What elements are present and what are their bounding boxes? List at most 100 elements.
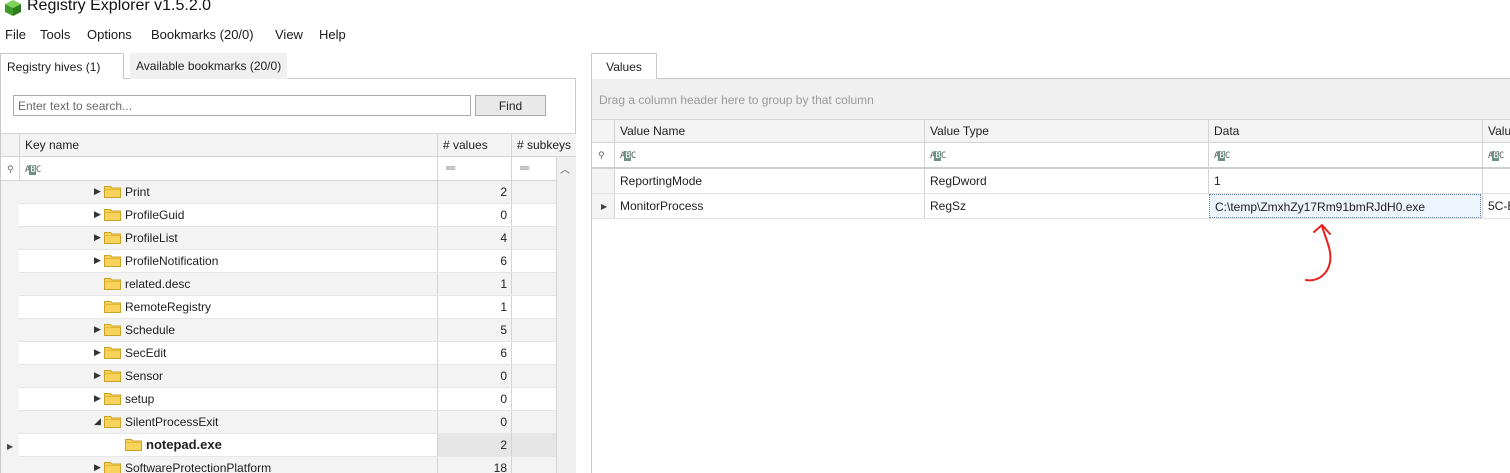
key-name-cell[interactable]: ▶ ProfileGuid <box>19 204 437 226</box>
col-subkeys[interactable]: # subkeys <box>511 134 576 157</box>
filter-key-name[interactable]: ABC <box>19 157 437 181</box>
tab-registry-hives[interactable]: Registry hives (1) <box>0 53 124 80</box>
col-values[interactable]: # values <box>437 134 511 157</box>
key-name-cell[interactable]: RemoteRegistry <box>19 296 437 318</box>
tree-node[interactable]: ▶ Sensor 0 <box>19 365 556 388</box>
tree-node[interactable]: ▶ Schedule 5 <box>19 319 556 342</box>
menu-help[interactable]: Help <box>319 27 346 42</box>
filter-value-type[interactable]: ABC <box>924 143 1208 167</box>
value-extra-cell[interactable] <box>1482 169 1510 193</box>
subkeys-count-cell[interactable] <box>511 434 556 456</box>
menu-file[interactable]: File <box>5 27 26 42</box>
tree-node[interactable]: ◢ SilentProcessExit 0 <box>19 411 556 434</box>
row-header[interactable] <box>1 204 19 227</box>
row-header[interactable] <box>1 273 19 296</box>
subkeys-count-cell[interactable] <box>511 181 556 203</box>
value-type-cell[interactable]: RegSz <box>924 194 1208 218</box>
col-value-type[interactable]: Value Type <box>924 120 1208 143</box>
expand-arrow-icon[interactable]: ▶ <box>94 393 101 404</box>
expand-arrow-icon[interactable]: ▶ <box>94 186 101 197</box>
subkeys-count-cell[interactable] <box>511 342 556 364</box>
values-count-cell[interactable]: 6 <box>437 342 511 364</box>
values-count-cell[interactable]: 2 <box>437 434 511 456</box>
key-name-cell[interactable]: ▶ Sensor <box>19 365 437 387</box>
tree-node[interactable]: ▶ setup 0 <box>19 388 556 411</box>
subkeys-count-cell[interactable] <box>511 388 556 410</box>
filter-values[interactable]: ═ <box>437 157 511 181</box>
value-row[interactable]: ▶ MonitorProcess RegSz C:\temp\ZmxhZy17R… <box>592 194 1510 219</box>
menu-view[interactable]: View <box>275 27 303 42</box>
key-name-cell[interactable]: ▶ setup <box>19 388 437 410</box>
values-count-cell[interactable]: 2 <box>437 181 511 203</box>
row-header[interactable] <box>1 342 19 365</box>
row-header[interactable]: ▶ <box>1 434 19 457</box>
value-extra-cell[interactable]: 5C-E <box>1482 194 1510 218</box>
values-count-cell[interactable]: 18 <box>437 457 511 473</box>
values-count-cell[interactable]: 1 <box>437 296 511 318</box>
values-count-cell[interactable]: 5 <box>437 319 511 341</box>
values-count-cell[interactable]: 0 <box>437 411 511 433</box>
filter-value-name[interactable]: ABC <box>614 143 924 167</box>
expand-arrow-icon[interactable]: ▶ <box>94 347 101 358</box>
row-header[interactable] <box>1 181 19 204</box>
search-input[interactable] <box>13 95 471 116</box>
values-count-cell[interactable]: 0 <box>437 365 511 387</box>
collapse-arrow-icon[interactable]: ◢ <box>94 416 101 427</box>
filter-data[interactable]: ABC <box>1208 143 1482 167</box>
key-name-cell[interactable]: ▶ SecEdit <box>19 342 437 364</box>
row-header[interactable] <box>1 319 19 342</box>
tree-node[interactable]: ▶ ProfileNotification 6 <box>19 250 556 273</box>
subkeys-count-cell[interactable] <box>511 365 556 387</box>
key-name-cell[interactable]: ▶ SoftwareProtectionPlatform <box>19 457 437 473</box>
menu-tools[interactable]: Tools <box>40 27 70 42</box>
tree-node[interactable]: ▶ ProfileList 4 <box>19 227 556 250</box>
key-name-cell[interactable]: related.desc <box>19 273 437 295</box>
key-name-cell[interactable]: ◢ SilentProcessExit <box>19 411 437 433</box>
key-name-cell[interactable]: ▶ Print <box>19 181 437 203</box>
tree-node[interactable]: notepad.exe 2 <box>19 434 556 457</box>
group-by-area[interactable]: Drag a column header here to group by th… <box>592 79 1510 119</box>
subkeys-count-cell[interactable] <box>511 204 556 226</box>
tree-node[interactable]: related.desc 1 <box>19 273 556 296</box>
col-key-name[interactable]: Key name <box>19 134 437 157</box>
tree-node[interactable]: ▶ Print 2 <box>19 181 556 204</box>
filter-subkeys[interactable]: ═ <box>511 157 556 181</box>
key-name-cell[interactable]: ▶ ProfileNotification <box>19 250 437 272</box>
value-name-cell[interactable]: ReportingMode <box>614 169 924 193</box>
values-count-cell[interactable]: 6 <box>437 250 511 272</box>
row-header[interactable] <box>1 388 19 411</box>
subkeys-count-cell[interactable] <box>511 296 556 318</box>
find-button[interactable]: Find <box>475 95 546 116</box>
subkeys-count-cell[interactable] <box>511 457 556 473</box>
row-header[interactable] <box>1 296 19 319</box>
col-value-slack[interactable]: Valu <box>1482 120 1510 143</box>
row-header[interactable] <box>1 250 19 273</box>
menu-options[interactable]: Options <box>87 27 132 42</box>
row-header[interactable] <box>1 365 19 388</box>
col-value-name[interactable]: Value Name <box>614 120 924 143</box>
tab-values[interactable]: Values <box>591 53 657 80</box>
key-name-cell[interactable]: ▶ ProfileList <box>19 227 437 249</box>
subkeys-count-cell[interactable] <box>511 227 556 249</box>
value-type-cell[interactable]: RegDword <box>924 169 1208 193</box>
expand-arrow-icon[interactable]: ▶ <box>94 462 101 473</box>
tree-node[interactable]: ▶ SecEdit 6 <box>19 342 556 365</box>
expand-arrow-icon[interactable]: ▶ <box>94 370 101 381</box>
value-row[interactable]: ReportingMode RegDword 1 <box>592 169 1510 194</box>
row-header[interactable] <box>592 169 614 193</box>
value-data-cell[interactable]: 1 <box>1208 169 1482 193</box>
col-data[interactable]: Data <box>1208 120 1482 143</box>
key-name-cell[interactable]: notepad.exe <box>19 434 437 456</box>
subkeys-count-cell[interactable] <box>511 273 556 295</box>
value-data-cell-selected[interactable]: C:\temp\ZmxhZy17Rm91bmRJdH0.exe <box>1209 194 1481 218</box>
subkeys-count-cell[interactable] <box>511 411 556 433</box>
tree-node[interactable]: ▶ SoftwareProtectionPlatform 18 <box>19 457 556 473</box>
row-header[interactable] <box>1 411 19 434</box>
subkeys-count-cell[interactable] <box>511 250 556 272</box>
expand-arrow-icon[interactable]: ▶ <box>94 209 101 220</box>
tree-node[interactable]: RemoteRegistry 1 <box>19 296 556 319</box>
expand-arrow-icon[interactable]: ▶ <box>94 324 101 335</box>
row-header[interactable]: ▶ <box>592 194 614 218</box>
values-count-cell[interactable]: 1 <box>437 273 511 295</box>
filter-value-slack[interactable]: ABC <box>1482 143 1510 167</box>
